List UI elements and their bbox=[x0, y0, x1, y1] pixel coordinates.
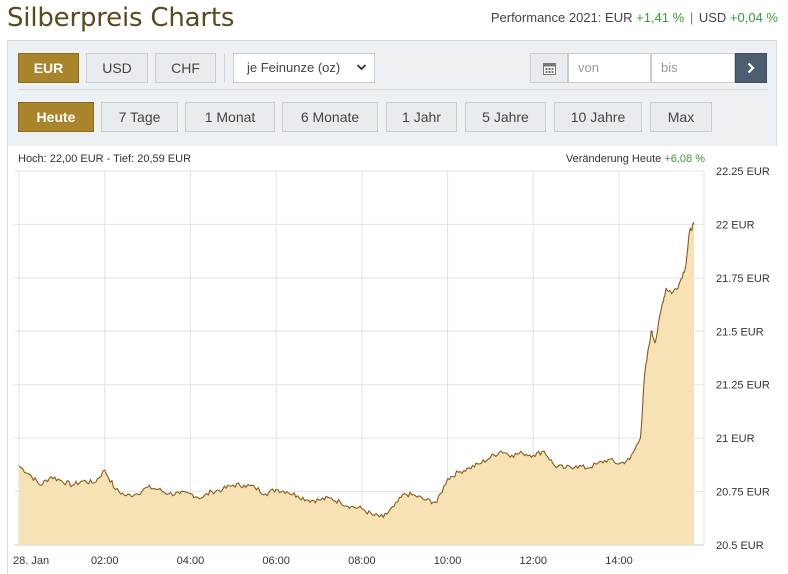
daily-change-label: Veränderung Heute +6,08 % bbox=[566, 153, 705, 165]
perf-separator: | bbox=[689, 10, 694, 25]
perf-usd-value: +0,04 % bbox=[729, 10, 778, 25]
range-button-5-jahre[interactable]: 5 Jahre bbox=[465, 102, 546, 132]
range-button-1-jahr[interactable]: 1 Jahr bbox=[386, 102, 457, 132]
performance-label: Performance 2021: bbox=[490, 10, 602, 25]
range-button-6-monate[interactable]: 6 Monate bbox=[282, 102, 378, 132]
date-from-field[interactable]: von bbox=[568, 53, 651, 83]
chevron-down-icon bbox=[356, 54, 367, 93]
high-low-label: Hoch: 22,00 EUR - Tief: 20,59 EUR bbox=[18, 153, 192, 165]
range-button-max[interactable]: Max bbox=[650, 102, 712, 132]
currency-button-usd[interactable]: USD bbox=[86, 53, 148, 83]
range-button-7-tage[interactable]: 7 Tage bbox=[101, 102, 178, 132]
chevron-right-icon bbox=[746, 61, 756, 78]
toolbar-divider bbox=[224, 53, 225, 83]
unit-select-value: je Feinunze (oz) bbox=[247, 60, 341, 75]
unit-select[interactable]: je Feinunze (oz) bbox=[233, 53, 375, 83]
calendar-icon bbox=[543, 62, 556, 80]
performance-summary: Performance 2021: EUR +1,41 % | USD +0,0… bbox=[491, 10, 778, 25]
perf-eur-label: EUR bbox=[605, 10, 633, 25]
perf-usd-label: USD bbox=[698, 10, 727, 25]
date-submit-button[interactable] bbox=[735, 53, 767, 83]
toolbar-separator-line bbox=[18, 89, 768, 90]
date-picker-button[interactable] bbox=[530, 53, 568, 83]
daily-change-caption: Veränderung Heute bbox=[565, 153, 662, 165]
daily-change-value: +6,08 % bbox=[664, 153, 705, 165]
chart-area bbox=[8, 146, 778, 574]
currency-button-eur[interactable]: EUR bbox=[18, 53, 79, 83]
page-title: Silberpreis Charts bbox=[7, 3, 235, 33]
range-button-1-monat[interactable]: 1 Monat bbox=[185, 102, 275, 132]
range-button-heute[interactable]: Heute bbox=[18, 102, 94, 132]
range-button-10-jahre[interactable]: 10 Jahre bbox=[554, 102, 642, 132]
perf-eur-value: +1,41 % bbox=[636, 10, 685, 25]
date-to-field[interactable]: bis bbox=[651, 53, 735, 83]
chart-panel: EUR USD CHF je Feinunze (oz) von bis Heu… bbox=[7, 40, 778, 574]
currency-button-chf[interactable]: CHF bbox=[155, 53, 216, 83]
